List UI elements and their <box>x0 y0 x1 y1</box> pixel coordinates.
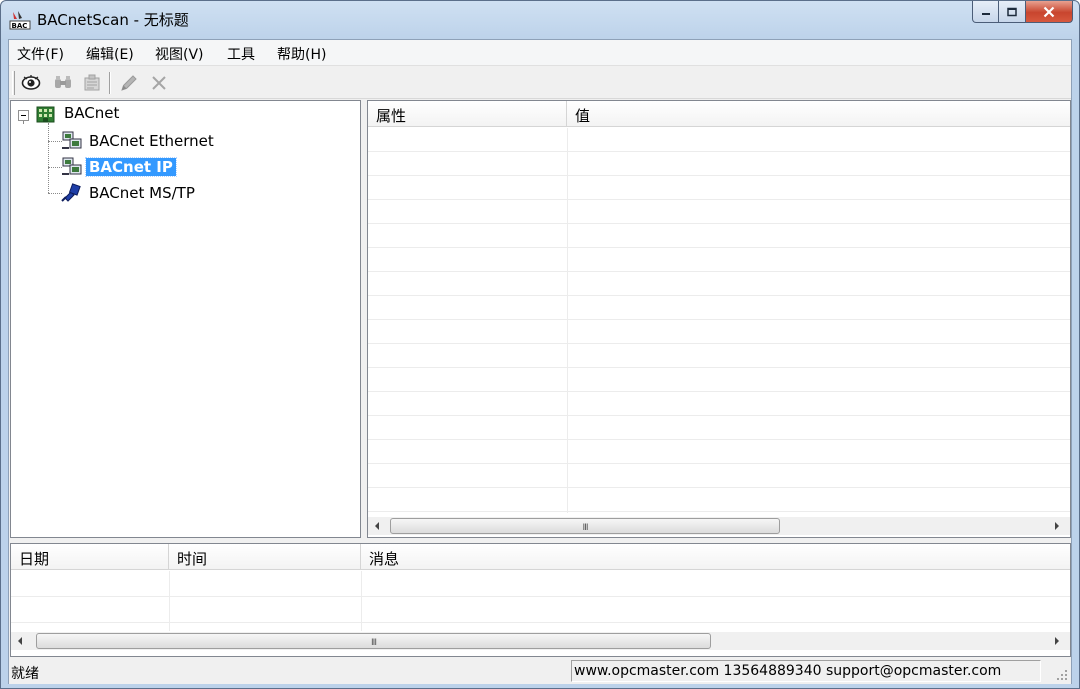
toolbar-separator <box>109 72 111 94</box>
property-list[interactable]: 属性 值 III <box>367 100 1071 538</box>
scroll-right-button[interactable] <box>1048 632 1066 650</box>
property-horizontal-scrollbar[interactable]: III <box>368 517 1070 535</box>
delete-x-icon <box>152 76 166 90</box>
column-header-time[interactable]: 时间 <box>169 544 361 570</box>
eye-icon <box>21 75 41 90</box>
title-bar[interactable]: BAC BACnetScan - 无标题 <box>1 1 1079 39</box>
network-tree[interactable]: BACnet BACnet Ethernet BACnet IP BACnet … <box>10 100 361 538</box>
scroll-thumb[interactable]: III <box>390 518 780 534</box>
tree-node-label: BACnet Ethernet <box>89 132 214 150</box>
log-list[interactable]: 日期 时间 消息 III <box>10 543 1071 657</box>
find-button[interactable] <box>51 72 75 94</box>
menu-help[interactable]: 帮助(H) <box>277 44 326 64</box>
tree-node-label-selected: BACnet IP <box>85 157 177 177</box>
tree-node-bacnet[interactable]: BACnet <box>11 104 211 126</box>
close-icon <box>1043 6 1055 17</box>
arrow-left-icon <box>18 637 22 645</box>
app-window: BAC BACnetScan - 无标题 文件(F) 编辑(E) 视图(V) 工… <box>0 0 1080 689</box>
arrow-right-icon <box>1055 522 1059 530</box>
svg-text:BAC: BAC <box>12 22 28 30</box>
collapse-toggle[interactable] <box>18 110 29 121</box>
maximize-icon <box>1007 7 1017 16</box>
menu-file[interactable]: 文件(F) <box>17 44 64 64</box>
arrow-right-icon <box>1055 637 1059 645</box>
binoculars-icon <box>55 76 71 88</box>
column-header-message[interactable]: 消息 <box>361 544 1070 570</box>
arrow-left-icon <box>375 522 379 530</box>
window-title: BACnetScan - 无标题 <box>37 11 189 29</box>
minimize-button[interactable] <box>972 1 999 23</box>
network-icon <box>61 130 83 154</box>
tree-node-bacnet-mstp[interactable]: BACnet MS/TP <box>11 182 271 204</box>
edit-button[interactable] <box>117 72 141 94</box>
toolbar-grip[interactable] <box>12 71 15 95</box>
log-list-header: 日期 时间 消息 <box>11 544 1070 570</box>
minimize-icon <box>981 12 990 15</box>
menu-tools[interactable]: 工具 <box>227 44 255 64</box>
grip-icon: III <box>371 638 377 648</box>
menu-edit[interactable]: 编辑(E) <box>86 44 134 64</box>
tree-node-bacnet-ethernet[interactable]: BACnet Ethernet <box>11 130 271 152</box>
tree-node-bacnet-ip[interactable]: BACnet IP <box>11 156 271 178</box>
tree-node-label: BACnet MS/TP <box>89 184 195 202</box>
pencil-icon <box>121 75 137 91</box>
log-horizontal-scrollbar[interactable]: III <box>11 632 1070 650</box>
delete-button[interactable] <box>147 72 171 94</box>
building-icon <box>35 104 57 128</box>
tree-node-label: BACnet <box>64 104 120 122</box>
maximize-button[interactable] <box>999 1 1026 23</box>
property-grid-rows <box>368 128 1070 513</box>
column-header-date[interactable]: 日期 <box>11 544 169 570</box>
grid-column-line <box>169 571 170 631</box>
scroll-left-button[interactable] <box>368 517 386 535</box>
scroll-thumb[interactable]: III <box>36 633 711 649</box>
scroll-right-button[interactable] <box>1048 517 1066 535</box>
serial-port-icon <box>61 182 83 206</box>
view-button[interactable] <box>19 72 43 94</box>
grid-column-line <box>567 128 568 513</box>
grid-column-line <box>361 571 362 631</box>
grip-icon: III <box>582 523 589 533</box>
properties-button[interactable] <box>80 72 104 94</box>
client-area: 文件(F) 编辑(E) 视图(V) 工具 帮助(H) BACnet BACnet… <box>8 39 1072 684</box>
properties-icon <box>84 74 100 91</box>
toolbar <box>9 67 1071 99</box>
bac-app-icon[interactable]: BAC <box>9 9 31 31</box>
status-contact-info: www.opcmaster.com 13564889340 support@op… <box>571 660 1041 682</box>
resize-grip-icon[interactable] <box>1055 668 1069 682</box>
column-header-value[interactable]: 值 <box>567 101 1070 127</box>
property-list-header: 属性 值 <box>368 101 1070 127</box>
caption-buttons <box>972 1 1073 23</box>
status-text: 就绪 <box>11 666 39 682</box>
menu-bar: 文件(F) 编辑(E) 视图(V) 工具 帮助(H) <box>9 40 1071 66</box>
menu-view[interactable]: 视图(V) <box>155 44 204 64</box>
column-header-property[interactable]: 属性 <box>368 101 567 127</box>
status-bar: 就绪 www.opcmaster.com 13564889340 support… <box>9 659 1071 684</box>
scroll-left-button[interactable] <box>11 632 29 650</box>
network-icon <box>61 156 83 180</box>
close-button[interactable] <box>1026 1 1073 23</box>
